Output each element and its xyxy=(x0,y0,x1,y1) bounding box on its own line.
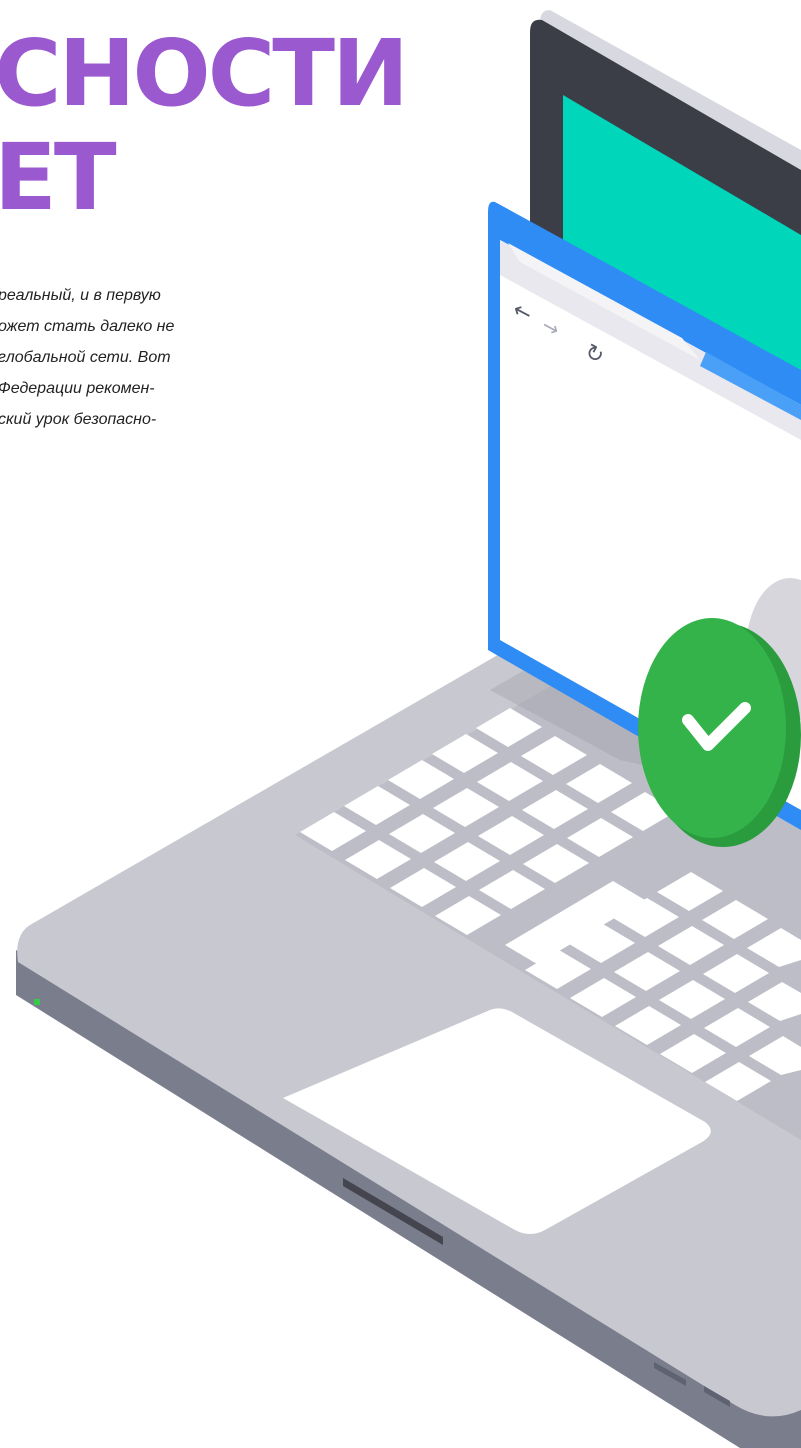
power-led-icon xyxy=(34,999,40,1005)
check-badge-face xyxy=(638,618,786,838)
laptop-illustration: ← → ↻ xyxy=(16,10,801,1448)
